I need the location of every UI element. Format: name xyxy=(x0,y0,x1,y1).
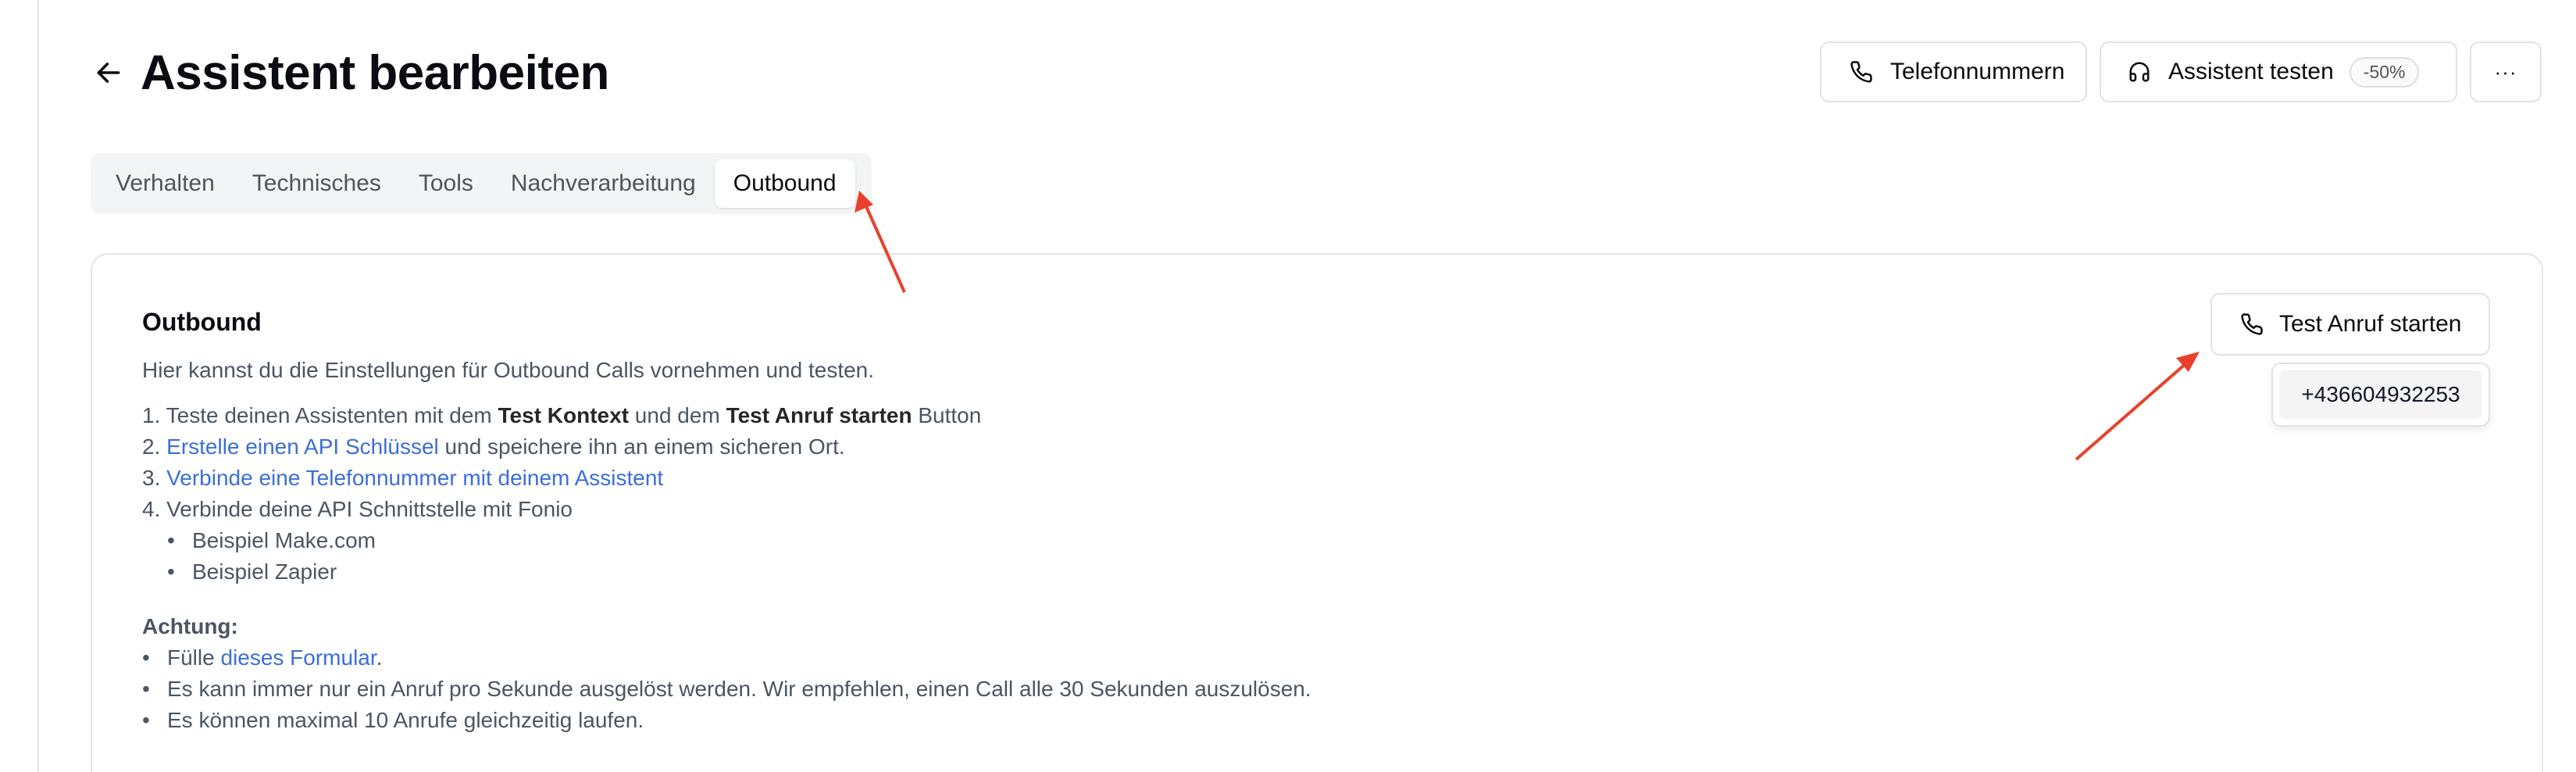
card-description: Hier kannst du die Einstellungen für Out… xyxy=(142,358,875,382)
step-1: 1. Teste deinen Assistenten mit dem Test… xyxy=(142,400,981,431)
headset-icon xyxy=(2126,59,2153,85)
start-test-call-button[interactable]: Test Anruf starten xyxy=(2210,293,2490,356)
tab-tools[interactable]: Tools xyxy=(400,159,492,208)
example-zapier: • Beispiel Zapier xyxy=(167,559,337,584)
page-title: Assistent bearbeiten xyxy=(141,46,609,100)
arrow-left-icon xyxy=(97,63,120,83)
warning-list: • Fülle dieses Formular. • Es kann immer n… xyxy=(142,642,1311,736)
step-3-number: 3. xyxy=(142,466,167,490)
test-assistant-button[interactable]: Assistent testen -50% xyxy=(2100,41,2457,102)
step-1-text: 1. Teste deinen Assistenten mit dem xyxy=(142,403,498,427)
tab-nachverarbeitung[interactable]: Nachverarbeitung xyxy=(492,159,715,208)
warning-form-period: . xyxy=(376,645,383,670)
tab-technisches[interactable]: Technisches xyxy=(234,159,400,208)
steps-list: 1. Teste deinen Assistenten mit dem Test… xyxy=(142,400,981,588)
warning-form-text: Fülle xyxy=(167,645,221,670)
card-title: Outbound xyxy=(142,308,262,336)
sidebar-divider xyxy=(37,0,39,772)
warning-concurrency-text: Es können maximal 10 Anrufe gleichzeitig… xyxy=(167,708,644,732)
more-options-button[interactable]: ··· xyxy=(2470,41,2542,102)
test-assistant-label: Assistent testen xyxy=(2168,59,2334,84)
example-make-label[interactable]: Beispiel Make.com xyxy=(192,528,376,552)
step-2-text: und speichere ihn an einem sicheren Ort. xyxy=(438,434,845,459)
tab-outbound[interactable]: Outbound xyxy=(714,159,855,208)
tab-bar: Verhalten Technisches Tools Nachverarbei… xyxy=(91,153,872,214)
warning-item-concurrency: • Es können maximal 10 Anrufe gleichzeiti… xyxy=(142,708,644,732)
step-4: 4. Verbinde deine API Schnittstelle mit … xyxy=(142,497,573,521)
warning-item-form: • Fülle dieses Formular. xyxy=(142,645,383,670)
step-3: 3. Verbinde eine Telefonnummer mit deine… xyxy=(142,463,981,494)
phone-icon xyxy=(2239,311,2265,338)
start-test-call-label: Test Anruf starten xyxy=(2279,311,2462,337)
back-button[interactable] xyxy=(91,55,127,91)
step-2: 2. Erstelle einen API Schlüssel und spei… xyxy=(142,431,981,463)
tab-verhalten[interactable]: Verhalten xyxy=(91,159,234,208)
phone-numbers-label: Telefonnummern xyxy=(1890,59,2065,84)
warning-title: Achtung: xyxy=(142,614,238,638)
form-link[interactable]: dieses Formular xyxy=(220,645,376,670)
step-1-text-end: Button xyxy=(912,403,982,427)
phone-numbers-button[interactable]: Telefonnummern xyxy=(1820,41,2087,102)
step-1-text-mid: und dem xyxy=(629,403,726,427)
example-zapier-label[interactable]: Beispiel Zapier xyxy=(192,559,337,584)
phone-icon xyxy=(1848,59,1875,85)
create-api-key-link[interactable]: Erstelle einen API Schlüssel xyxy=(166,434,439,459)
warning-rate-text: Es kann immer nur ein Anruf pro Sekunde … xyxy=(167,677,1311,701)
more-icon: ··· xyxy=(2494,59,2517,84)
warning-item-rate: • Es kann immer nur ein Anruf pro Sekunde… xyxy=(142,677,1311,701)
connect-phone-number-link[interactable]: Verbinde eine Telefonnummer mit deinem A… xyxy=(166,466,663,490)
step-1-bold-button: Test Anruf starten xyxy=(726,403,912,427)
phone-number-dropdown: +436604932253 xyxy=(2271,363,2490,427)
step-1-bold-context: Test Kontext xyxy=(498,403,630,427)
example-make: • Beispiel Make.com xyxy=(167,528,376,552)
discount-badge: -50% xyxy=(2349,56,2420,88)
step-2-number: 2. xyxy=(142,434,167,459)
phone-number-option[interactable]: +436604932253 xyxy=(2279,370,2482,419)
